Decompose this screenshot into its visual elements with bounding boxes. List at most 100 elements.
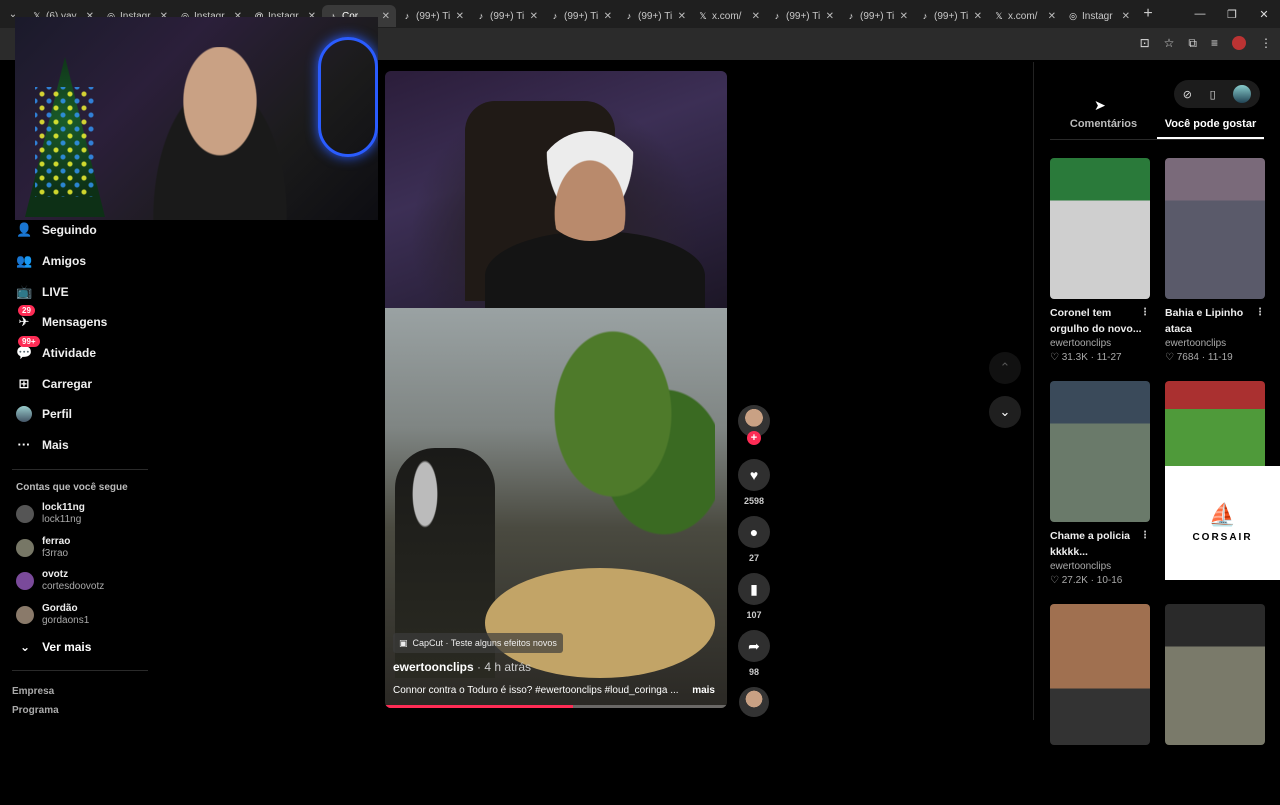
follow-plus-icon[interactable]: + bbox=[747, 431, 761, 445]
close-tab-icon[interactable]: ✕ bbox=[974, 11, 982, 22]
extensions-icon[interactable]: ⧉ bbox=[1188, 36, 1197, 51]
card-author[interactable]: ewertoonclips bbox=[1050, 560, 1150, 574]
browser-tab[interactable]: ♪ (99+) Ti ✕ bbox=[766, 5, 840, 27]
close-tab-icon[interactable]: ✕ bbox=[382, 11, 390, 22]
browser-tab[interactable]: ♪ (99+) Ti ✕ bbox=[544, 5, 618, 27]
close-tab-icon[interactable]: ✕ bbox=[826, 11, 834, 22]
followed-account[interactable]: Gordão gordaons1 bbox=[0, 598, 160, 632]
video-author[interactable]: ewertoonclips · 4 h atrás bbox=[393, 660, 531, 674]
browser-tab[interactable]: 𝕏 x.com/ ✕ bbox=[988, 5, 1062, 27]
browser-menu-icon[interactable]: ⋮ bbox=[1260, 36, 1272, 51]
card-meta: ♡ 7684 · 11-19 bbox=[1165, 352, 1233, 363]
friends-icon: 👥 bbox=[16, 253, 33, 269]
share-arrow-icon: ➦ bbox=[748, 637, 760, 654]
heart-outline-icon: ♡ bbox=[1050, 352, 1062, 363]
sidebar-item-mais[interactable]: ··· Mais bbox=[0, 430, 160, 461]
close-tab-icon[interactable]: ✕ bbox=[456, 11, 464, 22]
sidebar-item-amigos[interactable]: 👥 Amigos bbox=[0, 246, 160, 277]
minimize-button[interactable]: — bbox=[1184, 8, 1216, 21]
x-icon: 𝕏 bbox=[995, 11, 1003, 21]
sidebar-item-mensagens[interactable]: ✈ 29 Mensagens bbox=[0, 305, 160, 338]
music-disc-avatar[interactable] bbox=[739, 687, 769, 717]
footer-link-company[interactable]: Empresa bbox=[12, 682, 59, 701]
video-player[interactable]: ▣ CapCut · Teste alguns efeitos novos ew… bbox=[385, 71, 727, 708]
recommended-video-card[interactable]: Coronel tem orgulho do novo... ⋮ ewertoon… bbox=[1050, 158, 1150, 373]
close-window-button[interactable]: ✕ bbox=[1248, 8, 1280, 21]
account-avatar bbox=[16, 538, 34, 557]
bookmark-star-icon[interactable]: ☆ bbox=[1164, 36, 1175, 51]
following-accounts: lock11ng lock11ng ferrao f3rrao ovotz co… bbox=[0, 498, 160, 632]
followed-account[interactable]: lock11ng lock11ng bbox=[0, 498, 160, 532]
browser-tab[interactable]: ♪ (99+) Ti ✕ bbox=[914, 5, 988, 27]
browser-tab[interactable]: 𝕏 x.com/ ✕ bbox=[692, 5, 766, 27]
sidebar-item-atividade[interactable]: 💬 99+ Atividade bbox=[0, 335, 160, 369]
tab-label: Instagr bbox=[1082, 10, 1113, 22]
close-tab-icon[interactable]: ✕ bbox=[752, 11, 760, 22]
card-author[interactable]: ewertoonclips bbox=[1165, 337, 1265, 351]
recommended-video-card[interactable]: Chame a policia kkkkk... ⋮ ewertoonclips … bbox=[1050, 381, 1150, 596]
recommended-video-card[interactable] bbox=[1050, 604, 1150, 805]
sidebar-item-label: Mais bbox=[42, 438, 69, 453]
share-count: 98 bbox=[748, 667, 759, 677]
tab-comments[interactable]: Comentários bbox=[1050, 118, 1157, 139]
close-tab-icon[interactable]: ✕ bbox=[900, 11, 908, 22]
card-thumbnail[interactable] bbox=[1050, 158, 1150, 299]
card-title-text: Coronel tem orgulho do novo... bbox=[1050, 307, 1142, 335]
browser-tab[interactable]: ◎ Instagr ✕ bbox=[1062, 5, 1136, 27]
sidebar-item-perfil[interactable]: Perfil bbox=[0, 399, 160, 430]
card-thumbnail[interactable] bbox=[1050, 604, 1150, 745]
tab-label: (99+) Ti bbox=[860, 10, 895, 22]
next-video-button[interactable]: ⌄ bbox=[989, 396, 1021, 428]
card-thumbnail[interactable] bbox=[1165, 604, 1265, 745]
card-thumbnail[interactable] bbox=[1050, 381, 1150, 522]
close-tab-icon[interactable]: ✕ bbox=[530, 11, 538, 22]
tab-you-may-like[interactable]: Você pode gostar bbox=[1157, 118, 1264, 139]
followed-account[interactable]: ferrao f3rrao bbox=[0, 531, 160, 565]
creator-avatar[interactable]: + bbox=[738, 405, 770, 445]
followed-account[interactable]: ovotz cortesdoovotz bbox=[0, 565, 160, 599]
media-controls-icon[interactable]: ≡ bbox=[1211, 36, 1218, 51]
action-bar: + ♥ 2598 ● 27 ▮ 107 ➦ 98 bbox=[737, 405, 771, 717]
sidebar-item-carregar[interactable]: ⊞ Carregar bbox=[0, 368, 160, 399]
sidebar-nav: 👤 Seguindo 👥 Amigos 📺 LIVE ✈ 29 Mensagens 💬 99+ Ati… bbox=[0, 215, 160, 461]
user-avatar[interactable] bbox=[1233, 85, 1252, 103]
close-tab-icon[interactable]: ✕ bbox=[1122, 11, 1130, 22]
comment-button[interactable]: ● bbox=[738, 516, 770, 548]
close-tab-icon[interactable]: ✕ bbox=[678, 11, 686, 22]
more-options-icon[interactable]: ⋮ bbox=[1255, 305, 1265, 321]
see-more-button[interactable]: ⌄ Ver mais bbox=[0, 632, 160, 662]
browser-tab[interactable]: ♪ (99+) Ti ✕ bbox=[618, 5, 692, 27]
close-tab-icon[interactable]: ✕ bbox=[1048, 11, 1056, 22]
compass-icon[interactable]: ⊘ bbox=[1183, 88, 1192, 101]
close-tab-icon[interactable]: ✕ bbox=[604, 11, 612, 22]
video-progress-bar[interactable] bbox=[385, 705, 727, 708]
card-thumbnail[interactable] bbox=[1165, 158, 1265, 299]
new-tab-button[interactable]: + bbox=[1136, 5, 1160, 23]
browser-tab[interactable]: ♪ (99+) Ti ✕ bbox=[840, 5, 914, 27]
device-icon[interactable]: ▯ bbox=[1210, 88, 1216, 101]
sidebar-item-live[interactable]: 📺 LIVE bbox=[0, 276, 160, 307]
profile-avatar-icon bbox=[16, 406, 32, 423]
capcut-tag[interactable]: ▣ CapCut · Teste alguns efeitos novos bbox=[393, 633, 563, 653]
corsair-ad[interactable]: ⛵ CORSAIR bbox=[1165, 466, 1280, 580]
recommended-video-card[interactable]: Bahia e Lipinho ataca novamente... ⋮ ewer… bbox=[1165, 158, 1265, 373]
caption-more-button[interactable]: mais bbox=[692, 685, 715, 696]
profile-avatar-icon[interactable] bbox=[1232, 36, 1246, 50]
account-name: ovotz bbox=[42, 569, 69, 581]
card-author[interactable]: ewertoonclips bbox=[1050, 337, 1150, 351]
account-name: lock11ng bbox=[42, 502, 85, 514]
browser-tab[interactable]: ♪ (99+) Ti ✕ bbox=[396, 5, 470, 27]
more-options-icon[interactable]: ⋮ bbox=[1140, 305, 1150, 321]
game-plant bbox=[545, 318, 715, 558]
like-button[interactable]: ♥ bbox=[738, 459, 770, 491]
live-icon: 📺 bbox=[16, 283, 33, 299]
save-button[interactable]: ▮ bbox=[738, 573, 770, 605]
recommended-video-card[interactable] bbox=[1165, 604, 1265, 805]
browser-tab[interactable]: ♪ (99+) Ti ✕ bbox=[470, 5, 544, 27]
restore-button[interactable]: ❐ bbox=[1216, 8, 1248, 21]
more-options-icon[interactable]: ⋮ bbox=[1140, 528, 1150, 544]
share-button[interactable]: ➦ bbox=[738, 630, 770, 662]
previous-video-button[interactable]: ⌃ bbox=[989, 352, 1021, 384]
footer-link-program[interactable]: Programa bbox=[12, 701, 59, 720]
install-app-icon[interactable]: ⊡ bbox=[1140, 36, 1150, 51]
